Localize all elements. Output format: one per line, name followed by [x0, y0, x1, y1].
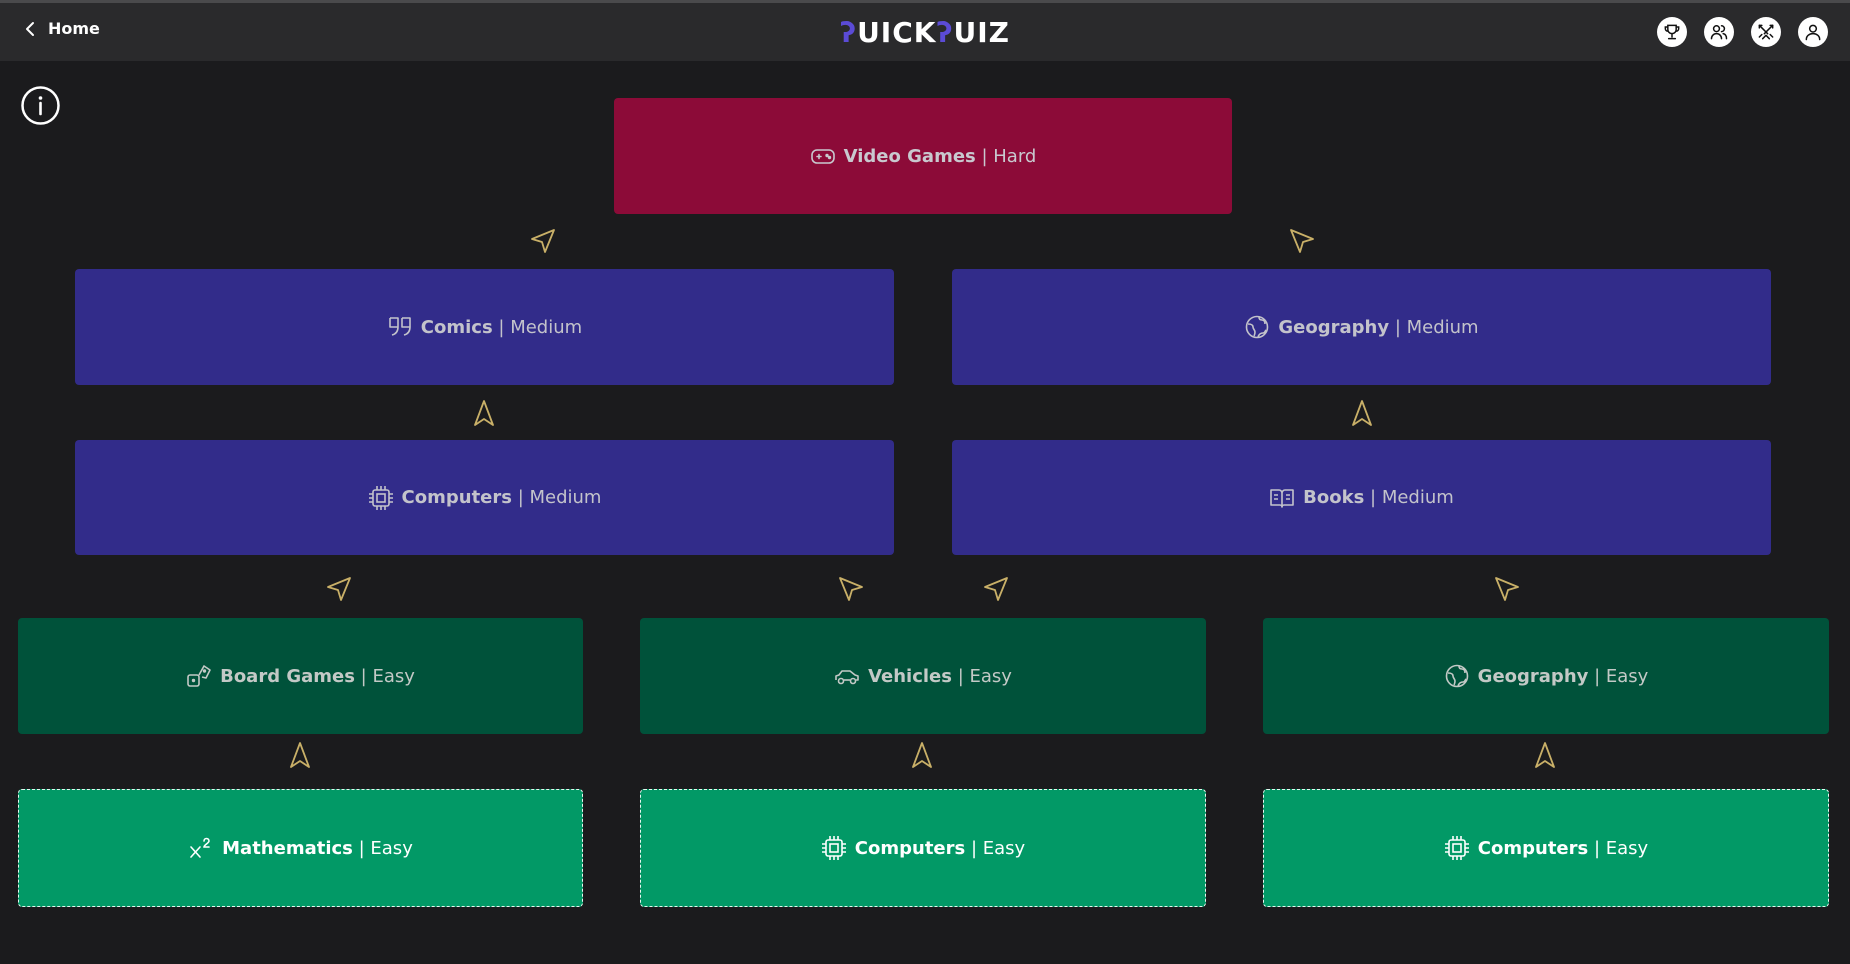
arrow-icon [1288, 227, 1316, 255]
node-geography-easy[interactable]: Geography | Easy [1263, 618, 1829, 734]
arrow-icon [325, 575, 353, 603]
node-level: Easy [370, 837, 413, 859]
node-level: Medium [529, 487, 602, 508]
node-separator: | [1588, 665, 1606, 687]
node-name: Comics [420, 316, 493, 338]
node-computers-easy-2[interactable]: Computers | Easy [1263, 789, 1829, 907]
node-separator: | [1389, 316, 1407, 338]
logo-q1: ʔ [840, 16, 858, 49]
arrow-icon [286, 741, 314, 769]
node-separator: | [354, 665, 373, 687]
arrow-icon [470, 399, 498, 427]
users-button[interactable] [1704, 17, 1734, 47]
arrow-icon [908, 741, 936, 769]
node-level: Medium [1381, 487, 1454, 508]
node-level: Medium [1406, 316, 1479, 338]
dice-icon [186, 663, 212, 689]
node-vehicles[interactable]: Vehicles | Easy [640, 618, 1206, 734]
trophy-button[interactable] [1657, 17, 1687, 47]
node-level: Medium [510, 316, 583, 338]
node-name: Computers [401, 487, 512, 508]
node-separator: | [352, 837, 371, 859]
node-level: Easy [372, 665, 415, 687]
node-computers-medium[interactable]: Computers | Medium [75, 440, 894, 555]
node-name: Board Games [220, 665, 355, 687]
users-icon [1710, 25, 1728, 40]
superscript-icon [188, 835, 214, 861]
cpu-icon [1444, 835, 1470, 861]
arrow-icon [982, 575, 1010, 603]
info-button[interactable] [20, 85, 61, 126]
nav-icons [1657, 17, 1828, 47]
node-separator: | [975, 145, 994, 167]
arrow-icon [837, 575, 865, 603]
user-icon [1805, 24, 1821, 41]
quote-icon [387, 314, 413, 340]
arrow-icon [1493, 575, 1521, 603]
node-name: Vehicles [868, 665, 952, 687]
node-books[interactable]: Books | Medium [952, 440, 1771, 555]
node-level: Easy [1605, 837, 1649, 859]
globe-icon [1244, 314, 1270, 340]
node-name: Computers [1477, 837, 1589, 859]
node-separator: | [965, 837, 983, 859]
node-comics[interactable]: Comics | Medium [75, 269, 894, 385]
info-icon [21, 86, 60, 125]
node-name: Computers [854, 837, 966, 859]
node-level: Easy [982, 837, 1026, 859]
top-bar: Home ʔUICKʔUIZ [0, 0, 1850, 61]
cpu-icon [368, 485, 394, 511]
node-separator: | [511, 487, 530, 508]
arrow-icon [1531, 741, 1559, 769]
node-name: Mathematics [222, 837, 353, 859]
cpu-icon [821, 835, 847, 861]
arrow-icon [529, 227, 557, 255]
node-name: Books [1303, 487, 1365, 508]
node-name: Geography [1477, 665, 1589, 687]
node-separator: | [951, 665, 970, 687]
node-separator: | [1364, 487, 1382, 508]
node-name: Video Games [843, 145, 976, 167]
logo-part2: UIZ [953, 16, 1010, 49]
globe-icon [1444, 663, 1470, 689]
battle-button[interactable] [1751, 17, 1781, 47]
node-separator: | [492, 316, 511, 338]
logo-part1: UICK [857, 16, 937, 49]
arrow-icon [1348, 399, 1376, 427]
gamepad-icon [810, 143, 836, 169]
node-mathematics[interactable]: Mathematics | Easy [18, 789, 583, 907]
node-board-games[interactable]: Board Games | Easy [18, 618, 583, 734]
node-geography-medium[interactable]: Geography | Medium [952, 269, 1771, 385]
book-icon [1269, 485, 1295, 511]
trophy-icon [1664, 24, 1680, 40]
node-name: Geography [1278, 316, 1390, 338]
profile-button[interactable] [1798, 17, 1828, 47]
node-separator: | [1588, 837, 1606, 859]
node-computers-easy-1[interactable]: Computers | Easy [640, 789, 1206, 907]
node-level: Easy [969, 665, 1012, 687]
node-video-games[interactable]: Video Games | Hard [614, 98, 1232, 214]
app-logo: ʔUICKʔUIZ [0, 16, 1850, 49]
node-level: Hard [993, 145, 1037, 167]
swords-icon [1758, 24, 1774, 40]
node-level: Easy [1605, 665, 1649, 687]
car-icon [834, 663, 860, 689]
logo-q2: ʔ [936, 16, 954, 49]
